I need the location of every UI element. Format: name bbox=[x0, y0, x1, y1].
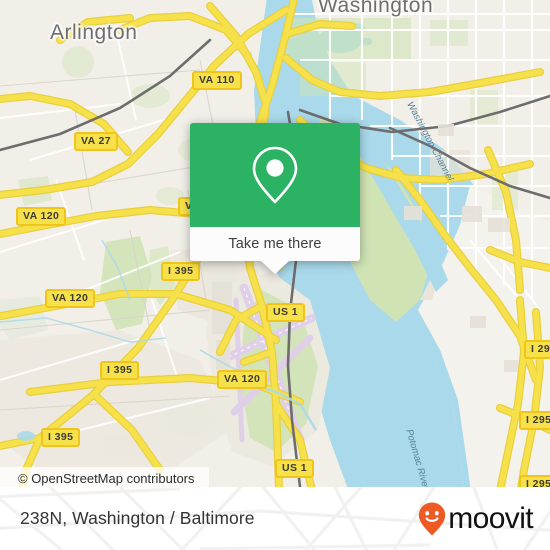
map-pin-icon bbox=[252, 146, 298, 204]
road-shield-va-120-south: VA 120 bbox=[217, 370, 268, 389]
moovit-brand[interactable]: moovit bbox=[417, 501, 534, 537]
road-shield-i-395-north: I 395 bbox=[161, 262, 201, 281]
road-shield-i-395-mid: I 395 bbox=[100, 361, 140, 380]
callout-pin-panel bbox=[190, 123, 360, 227]
place-label-arlington: Arlington bbox=[50, 21, 138, 44]
callout-action-bar[interactable]: Take me there bbox=[190, 227, 360, 261]
callout-pointer-tail bbox=[261, 261, 289, 274]
road-shield-va-27: VA 27 bbox=[74, 132, 119, 151]
location-title: 238N, Washington / Baltimore bbox=[20, 508, 255, 528]
moovit-wordmark: moovit bbox=[448, 501, 533, 535]
road-shield-i-295-mid: I 295 bbox=[519, 411, 550, 430]
road-shield-i-295-north: I 295 bbox=[524, 340, 550, 359]
road-shield-us-1-south: US 1 bbox=[275, 459, 314, 478]
place-label-washington: Washington bbox=[318, 0, 434, 17]
road-shield-va-120-mid: VA 120 bbox=[45, 289, 96, 308]
road-shield-us-1-north: US 1 bbox=[266, 303, 305, 322]
take-me-there-label: Take me there bbox=[228, 236, 322, 252]
attribution-text: © OpenStreetMap contributors bbox=[18, 471, 195, 486]
moovit-smiley-pin-icon bbox=[419, 502, 446, 535]
screenshot-root: Arlington Washington Washington Channel … bbox=[0, 0, 550, 550]
road-shield-i-395-south: I 395 bbox=[41, 428, 81, 447]
road-shield-va-110: VA 110 bbox=[192, 71, 242, 90]
footer-bar: 238N, Washington / Baltimore moovit bbox=[0, 487, 550, 550]
take-me-there-callout[interactable]: Take me there bbox=[190, 123, 360, 274]
road-shield-va-120-north: VA 120 bbox=[16, 207, 67, 226]
